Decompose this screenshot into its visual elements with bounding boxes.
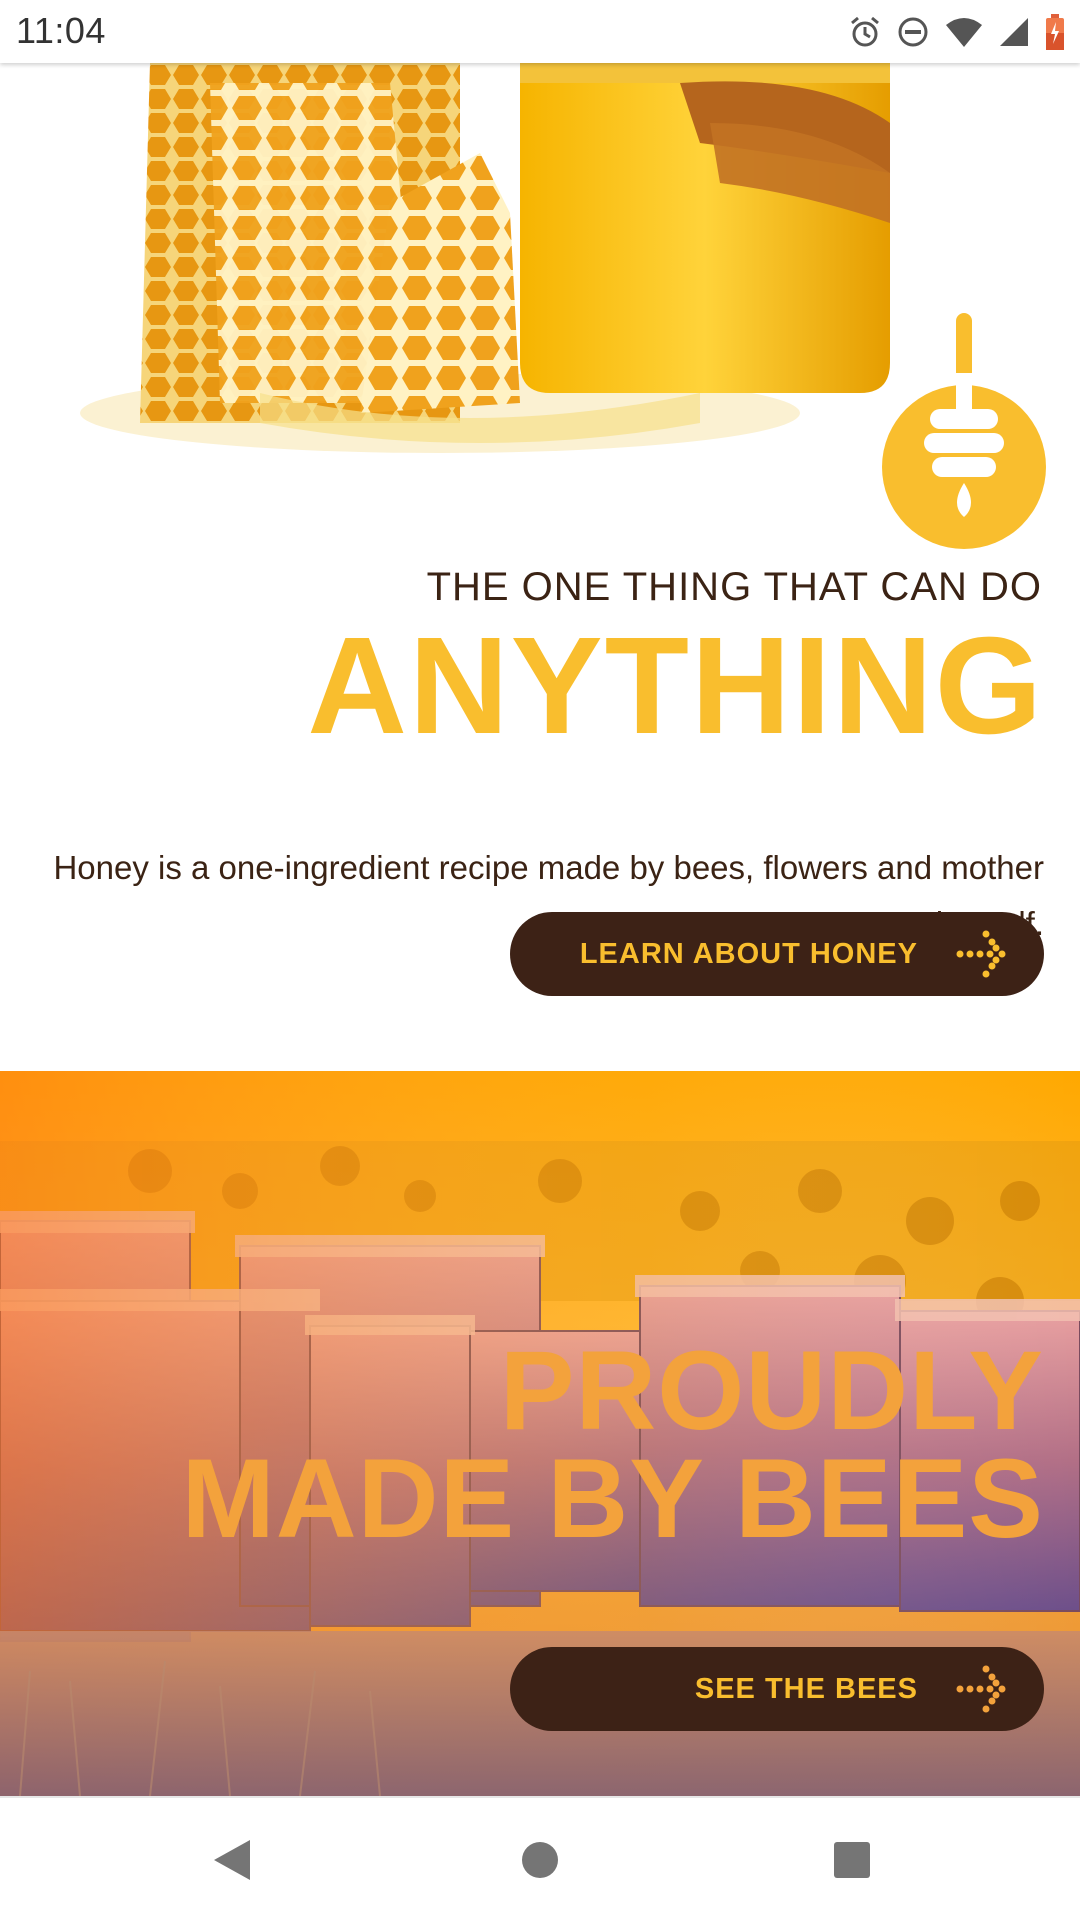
home-icon [522, 1842, 558, 1878]
alarm-icon [848, 15, 882, 49]
cell-signal-icon [998, 16, 1030, 48]
recents-icon [834, 1842, 870, 1878]
wifi-icon [944, 15, 984, 49]
honeycomb-jar-image [80, 63, 890, 453]
do-not-disturb-icon [896, 15, 930, 49]
dotted-arrow-icon [956, 930, 1006, 978]
recents-button[interactable] [820, 1828, 884, 1892]
bees-title-line1: PROUDLY [499, 1328, 1044, 1453]
see-the-bees-label: SEE THE BEES [694, 1672, 918, 1705]
status-time: 11:04 [16, 10, 106, 51]
hero-eyebrow: THE ONE THING THAT CAN DO [426, 565, 1042, 609]
status-icons [848, 10, 1066, 54]
bees-title: PROUDLY MADE BY BEES [181, 1328, 1044, 1561]
bees-section: PROUDLY MADE BY BEES SEE THE BEES [0, 1071, 1080, 1796]
system-nav-bar [0, 1796, 1080, 1920]
learn-about-honey-label: LEARN ABOUT HONEY [579, 937, 918, 970]
see-the-bees-button[interactable]: SEE THE BEES [510, 1647, 1044, 1731]
status-bar: 11:04 [0, 0, 1080, 63]
back-icon [214, 1840, 250, 1880]
battery-icon [1044, 13, 1066, 51]
honey-dipper-icon [882, 313, 1046, 549]
home-button[interactable] [508, 1828, 572, 1892]
learn-about-honey-button[interactable]: LEARN ABOUT HONEY [510, 912, 1044, 996]
hero-headline: ANYTHING [307, 609, 1044, 763]
back-button[interactable] [200, 1828, 264, 1892]
bees-title-line2: MADE BY BEES [181, 1436, 1044, 1561]
dotted-arrow-icon [956, 1665, 1006, 1713]
hero-section: THE ONE THING THAT CAN DO ANYTHING Honey… [0, 63, 1080, 1073]
